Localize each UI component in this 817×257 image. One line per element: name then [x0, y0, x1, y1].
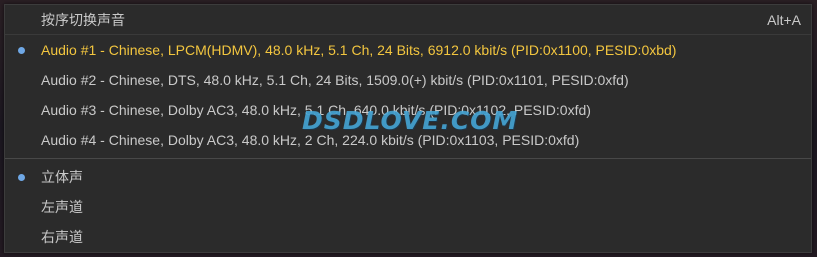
- menu-item-label: 左声道: [41, 199, 83, 215]
- menu-item-left-channel[interactable]: 左声道: [5, 192, 811, 222]
- radio-selected-icon: [18, 47, 25, 54]
- menu-item-stereo[interactable]: 立体声: [5, 162, 811, 192]
- menu-separator: [5, 158, 811, 159]
- menu-item-right-channel[interactable]: 右声道: [5, 222, 811, 252]
- menu-item-label: Audio #1 - Chinese, LPCM(HDMV), 48.0 kHz…: [41, 42, 677, 58]
- menu-item-cycle-audio[interactable]: 按序切换声音 Alt+A: [5, 5, 811, 35]
- radio-selected-icon: [18, 174, 25, 181]
- menu-item-audio-track-2[interactable]: Audio #2 - Chinese, DTS, 48.0 kHz, 5.1 C…: [5, 65, 811, 95]
- menu-item-audio-track-1[interactable]: Audio #1 - Chinese, LPCM(HDMV), 48.0 kHz…: [5, 35, 811, 65]
- shortcut-label: Alt+A: [767, 12, 801, 28]
- menu-item-label: 右声道: [41, 229, 83, 245]
- menu-item-label: Audio #2 - Chinese, DTS, 48.0 kHz, 5.1 C…: [41, 72, 629, 88]
- menu-item-label: 立体声: [41, 169, 83, 185]
- watermark-logo: DSDLOVE.COM: [302, 106, 519, 135]
- menu-item-label: 按序切换声音: [41, 12, 125, 28]
